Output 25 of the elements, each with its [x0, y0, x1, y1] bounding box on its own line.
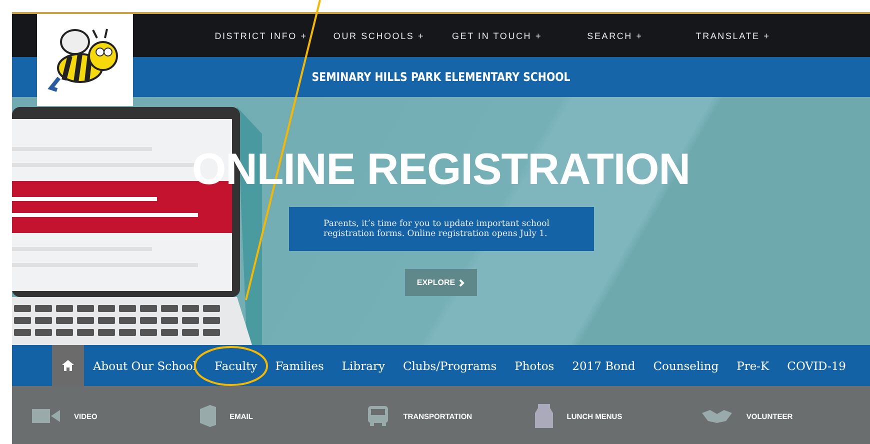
office-logo-icon	[200, 405, 216, 427]
explore-button[interactable]: EXPLORE	[404, 269, 478, 296]
home-button[interactable]	[52, 345, 84, 386]
top-nav-link[interactable]: OUR SCHOOLS +	[320, 30, 438, 40]
main-nav-link[interactable]: COVID-19	[778, 345, 855, 386]
milk-carton-icon	[534, 404, 553, 428]
school-name: SEMINARY HILLS PARK ELEMENTARY SCHOOL	[312, 70, 570, 84]
main-nav-link[interactable]: Library	[332, 345, 394, 386]
main-nav-link[interactable]: Pre-K	[728, 345, 778, 386]
main-nav-link[interactable]: Clubs/Programs	[394, 345, 506, 386]
top-nav-link[interactable]: TRANSLATE +	[674, 30, 792, 40]
main-nav-link[interactable]: Faculty	[206, 345, 266, 386]
main-nav-link[interactable]: Counseling	[644, 345, 728, 386]
handshake-icon	[702, 409, 732, 423]
main-nav-link[interactable]: Families	[266, 345, 333, 386]
registration-message: Parents, it’s time for you to update important school registration forms. Online registration opens July 1.	[288, 207, 594, 251]
top-nav-link[interactable]: DISTRICT INFO +	[202, 30, 320, 40]
chevron-right-icon	[459, 278, 466, 286]
top-nav-link[interactable]: GET IN TOUCH +	[438, 30, 556, 40]
main-nav-link[interactable]: 2017 Bond	[563, 345, 644, 386]
home-icon	[62, 360, 74, 371]
top-nav-link[interactable]: SEARCH +	[556, 30, 674, 40]
bus-icon	[367, 405, 390, 427]
video-camera-icon	[32, 408, 60, 424]
main-nav-link[interactable]: Photos	[506, 345, 564, 386]
